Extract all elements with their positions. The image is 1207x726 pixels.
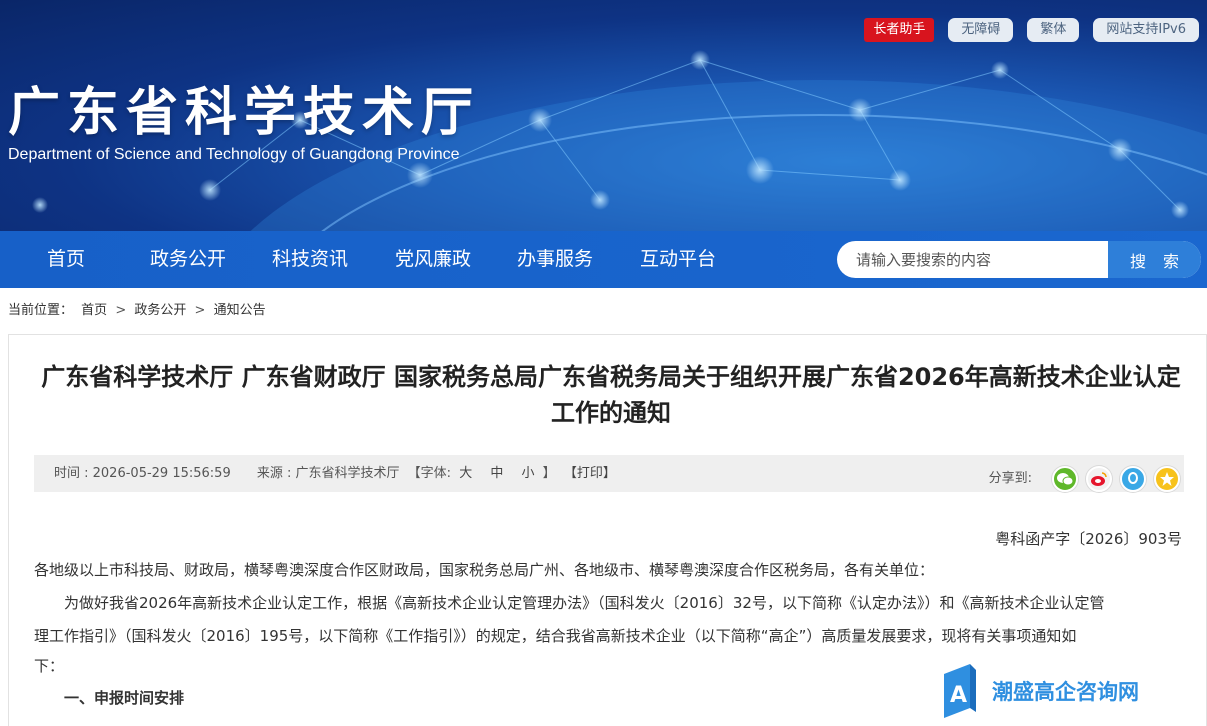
nav-item-government-affairs[interactable]: 政务公开 bbox=[150, 231, 226, 288]
document-number: 粤科函产字〔2026〕903号 bbox=[995, 530, 1182, 548]
search-input[interactable] bbox=[837, 241, 1108, 278]
publish-time: 时间 : 2026-05-29 15:56:59 bbox=[54, 466, 231, 481]
watermark-logo-icon: A bbox=[944, 664, 976, 718]
share-bar: 分享到: bbox=[989, 460, 1180, 497]
font-size-medium[interactable]: 中 bbox=[490, 466, 503, 481]
nav-item-party-integrity[interactable]: 党风廉政 bbox=[395, 231, 471, 288]
font-size-small[interactable]: 小 bbox=[522, 466, 535, 481]
intro-paragraph-line-1: 为做好我省2026年高新技术企业认定工作，根据《高新技术企业认定管理办法》（国科… bbox=[64, 594, 1105, 612]
accessibility-button[interactable]: 无障碍 bbox=[948, 18, 1014, 42]
breadcrumb: 当前位置： 首页 > 政务公开 > 通知公告 bbox=[8, 299, 270, 318]
ipv6-badge: 网站支持IPv6 bbox=[1093, 18, 1199, 42]
svg-text:A: A bbox=[950, 683, 967, 708]
qq-icon[interactable] bbox=[1120, 465, 1146, 492]
article-source: 来源 : 广东省科学技术厅 bbox=[256, 466, 400, 481]
nav-item-home[interactable]: 首页 bbox=[47, 231, 85, 288]
nav-item-services[interactable]: 办事服务 bbox=[517, 231, 593, 288]
breadcrumb-home[interactable]: 首页 bbox=[81, 303, 107, 318]
font-size-large[interactable]: 大 bbox=[459, 466, 472, 481]
traditional-chinese-button[interactable]: 繁体 bbox=[1027, 18, 1080, 42]
breadcrumb-separator: > bbox=[115, 303, 127, 318]
addressee: 各地级以上市科技局、财政局，横琴粤澳深度合作区财政局，国家税务总局广州、各地级市… bbox=[34, 561, 935, 579]
font-size-open: 【字体: bbox=[407, 466, 452, 481]
site-subtitle: Department of Science and Technology of … bbox=[8, 146, 460, 163]
nav-item-interaction[interactable]: 互动平台 bbox=[640, 231, 716, 288]
weibo-icon[interactable] bbox=[1086, 465, 1112, 492]
search-box: 搜 索 bbox=[837, 241, 1201, 278]
share-label: 分享到: bbox=[988, 471, 1032, 486]
main-nav: 首页 政务公开 科技资讯 党风廉政 办事服务 互动平台 搜 索 bbox=[0, 231, 1207, 288]
font-size-close: 】 bbox=[542, 466, 556, 481]
search-button[interactable]: 搜 索 bbox=[1108, 241, 1201, 278]
article-title: 广东省科学技术厅 广东省财政厅 国家税务总局广东省税务局关于组织开展广东省202… bbox=[41, 363, 1181, 427]
breadcrumb-government-affairs[interactable]: 政务公开 bbox=[134, 303, 186, 318]
article-meta: 时间 : 2026-05-29 15:56:59 来源 : 广东省科学技术厅 【… bbox=[54, 455, 620, 492]
breadcrumb-label: 当前位置： bbox=[8, 303, 74, 318]
article-meta-bar: 时间 : 2026-05-29 15:56:59 来源 : 广东省科学技术厅 【… bbox=[34, 455, 1184, 492]
elder-assistant-button[interactable]: 长者助手 bbox=[864, 18, 935, 42]
top-tools: 长者助手 无障碍 繁体 网站支持IPv6 bbox=[864, 18, 1199, 42]
nav-item-tech-news[interactable]: 科技资讯 bbox=[272, 231, 348, 288]
qzone-icon[interactable] bbox=[1154, 465, 1180, 492]
header-banner: 广东省科学技术厅 Department of Science and Techn… bbox=[0, 0, 1207, 231]
watermark-text: 潮盛高企咨询网 bbox=[992, 679, 1139, 704]
print-link[interactable]: 【打印】 bbox=[564, 466, 616, 481]
intro-paragraph-line-2: 理工作指引》（国科发火〔2016〕195号，以下简称《工作指引》）的规定，结合我… bbox=[34, 627, 1077, 645]
watermark: A 潮盛高企咨询网 bbox=[940, 663, 1139, 719]
wechat-icon[interactable] bbox=[1052, 465, 1078, 492]
breadcrumb-separator: > bbox=[194, 303, 206, 318]
breadcrumb-notices[interactable]: 通知公告 bbox=[214, 303, 266, 318]
site-title: 广东省科学技术厅 bbox=[8, 83, 481, 143]
